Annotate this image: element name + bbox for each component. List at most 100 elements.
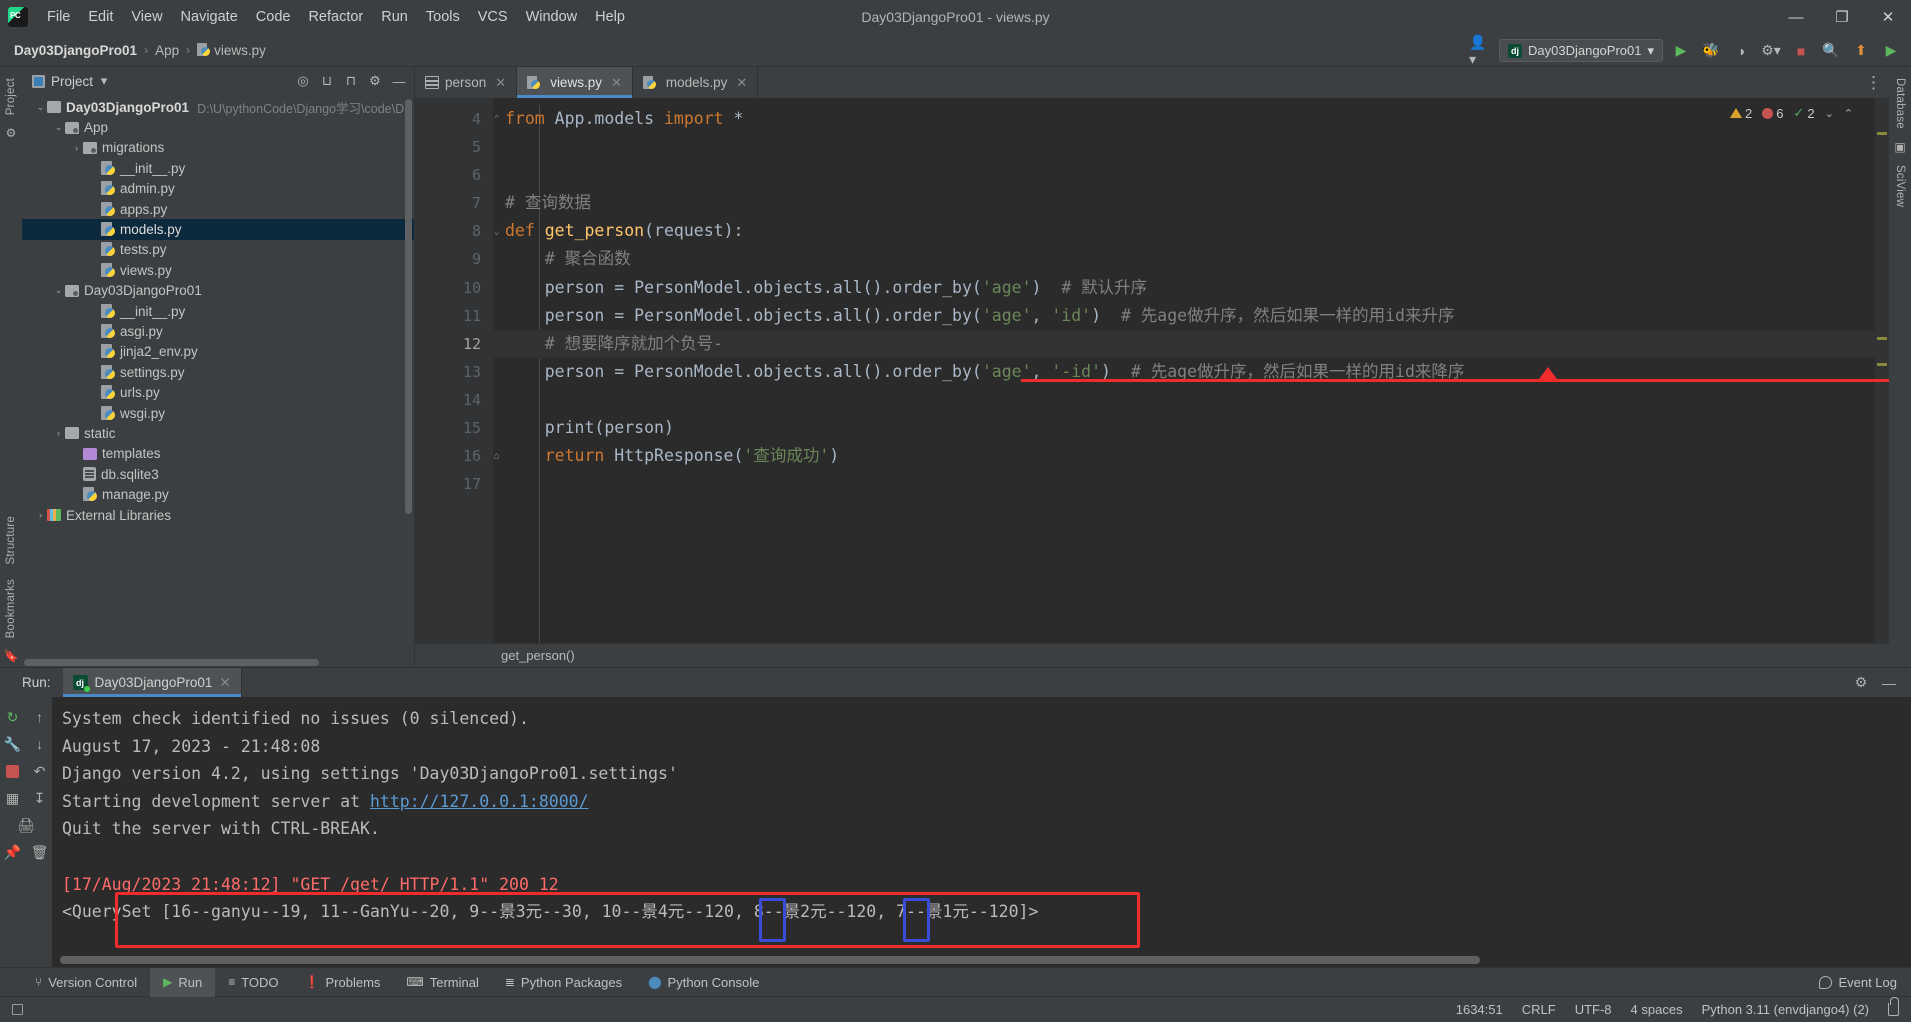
user-icon[interactable]: 👤▾ [1469, 34, 1493, 67]
inspection-mark[interactable] [1877, 337, 1887, 340]
rail-item-bookmarks[interactable]: Bookmarks [5, 572, 17, 645]
tree-item[interactable]: ›models.py [22, 219, 414, 240]
code-line[interactable]: from App.models import * [493, 105, 1889, 133]
code-line[interactable] [493, 161, 1889, 189]
code-line[interactable]: person = PersonModel.objects.all().order… [493, 274, 1889, 302]
tree-item[interactable]: ›wsgi.py [22, 403, 414, 423]
menu-edit[interactable]: Edit [79, 6, 122, 28]
bottom-tab-run[interactable]: ▶ Run [150, 967, 216, 997]
menu-run[interactable]: Run [372, 6, 417, 28]
menu-help[interactable]: Help [586, 6, 634, 28]
layout-icon[interactable]: ▦ [1, 786, 25, 810]
inspection-mark[interactable] [1877, 363, 1887, 366]
chevron-right-icon[interactable]: › [52, 428, 65, 438]
bookmark-icon[interactable]: 🔖 [4, 649, 19, 663]
tree-item[interactable]: ›settings.py [22, 362, 414, 382]
settings-icon[interactable]: ⚙ [364, 70, 386, 92]
menu-navigate[interactable]: Navigate [172, 6, 247, 28]
update-icon[interactable]: ⬆ [1849, 39, 1873, 63]
tree-item[interactable]: ›db.sqlite3 [22, 464, 414, 484]
settings-icon[interactable]: ⚙ [1849, 671, 1873, 695]
menu-code[interactable]: Code [247, 6, 300, 28]
rail-item-database[interactable]: Database [1894, 71, 1906, 136]
editor-tab[interactable]: person ✕ [415, 67, 518, 98]
console-hscrollbar[interactable] [60, 956, 1881, 964]
inspection-sidebar[interactable] [1875, 98, 1889, 643]
scroll-to-end-icon[interactable]: ↧ [28, 786, 52, 810]
code-line[interactable]: # 查询数据 [493, 189, 1889, 217]
tree-item[interactable]: ⌄ Day03DjangoPro01 [22, 281, 414, 301]
warning-count[interactable]: 2 [1729, 106, 1752, 121]
search-icon[interactable]: 🔍 [1819, 39, 1843, 63]
line-number[interactable]: 14 [415, 386, 493, 414]
chevron-down-icon[interactable]: ⌄ [1825, 107, 1834, 120]
project-tree[interactable]: ⌄ Day03DjangoPro01 D:\U\pythonCode\Django学… [22, 95, 414, 658]
menu-view[interactable]: View [122, 6, 171, 28]
project-tree-scrollbar[interactable] [405, 99, 412, 514]
scroll-up-icon[interactable]: ↑ [28, 705, 52, 729]
pin-icon[interactable]: 📌 [1, 840, 25, 864]
tree-item[interactable]: › migrations [22, 138, 414, 158]
print-icon[interactable]: 🖨 [14, 813, 38, 837]
commit-icon[interactable]: ⚙ [6, 126, 17, 140]
line-number[interactable]: 16 ⌂ [415, 442, 500, 470]
scroll-down-icon[interactable]: ↓ [28, 732, 52, 756]
tree-item[interactable]: ›urls.py [22, 382, 414, 402]
tree-item[interactable]: ›tests.py [22, 240, 414, 260]
wrench-icon[interactable]: 🔧 [1, 732, 25, 756]
rail-item-structure[interactable]: Structure [5, 509, 17, 571]
memory-indicator-icon[interactable] [12, 1004, 23, 1015]
code-content[interactable]: 2 6 ✓ 2 ⌄ ⌃ from App.models import * # 查… [493, 98, 1889, 643]
line-number-gutter[interactable]: 4 ⌃ 5 6 7 8 ⌄ 9 10 11 12 13 14 15 16 ⌂ 17 [415, 98, 500, 643]
line-number[interactable]: 9 [415, 245, 493, 273]
tree-item[interactable]: ›asgi.py [22, 321, 414, 341]
close-icon[interactable]: ✕ [611, 75, 622, 91]
hide-panel-icon[interactable]: — [388, 70, 410, 92]
code-line[interactable]: print(person) [493, 414, 1889, 442]
tree-item[interactable]: ⌄ Day03DjangoPro01 D:\U\pythonCode\Django学… [22, 97, 414, 117]
file-encoding[interactable]: UTF-8 [1575, 1002, 1612, 1017]
debug-button[interactable]: 🐝 [1699, 39, 1723, 63]
caret-position[interactable]: 1634:51 [1456, 1002, 1503, 1017]
code-line[interactable]: def get_person(request): [493, 217, 1889, 245]
editor-tab[interactable]: models.py ✕ [633, 67, 759, 98]
breadcrumb-folder[interactable]: App [155, 43, 179, 58]
tree-item[interactable]: ›jinja2_env.py [22, 342, 414, 362]
tree-item[interactable]: ›apps.py [22, 199, 414, 219]
breadcrumb-project[interactable]: Day03DjangoPro01 [14, 43, 137, 58]
inspection-mark[interactable] [1877, 132, 1887, 135]
indent-setting[interactable]: 4 spaces [1631, 1002, 1683, 1017]
bottom-tab-python-console[interactable]: ⬤ Python Console [635, 968, 772, 997]
breadcrumb-file[interactable]: views.py [214, 43, 266, 58]
rail-item-sciview[interactable]: SciView [1894, 158, 1906, 214]
tree-item[interactable]: › static [22, 423, 414, 443]
close-icon[interactable]: ✕ [495, 75, 506, 91]
chevron-down-icon[interactable]: ⌄ [52, 122, 65, 133]
chevron-up-icon[interactable]: ⌃ [1844, 107, 1853, 120]
code-editor[interactable]: 4 ⌃ 5 6 7 8 ⌄ 9 10 11 12 13 14 15 16 ⌂ 17 2 6 [415, 98, 1889, 643]
more-options-icon[interactable]: ⋮ [1865, 74, 1883, 91]
collapse-all-icon[interactable]: ⊓ [340, 70, 362, 92]
line-number[interactable]: 10 [415, 274, 493, 302]
rail-item-project[interactable]: Project [5, 71, 17, 122]
tree-item[interactable]: ›manage.py [22, 484, 414, 504]
run-config-tab[interactable]: dj Day03DjangoPro01 ✕ [62, 668, 241, 697]
console-output[interactable]: System check identified no issues (0 sil… [52, 697, 1911, 967]
soft-wrap-icon[interactable]: ↶ [28, 759, 52, 783]
error-count[interactable]: 6 [1762, 106, 1783, 121]
tree-item[interactable]: ›__init__.py [22, 301, 414, 321]
chevron-right-icon[interactable]: › [70, 143, 83, 153]
stop-button[interactable]: ■ [1789, 39, 1813, 63]
tree-item[interactable]: ›templates [22, 444, 414, 464]
database-icon[interactable]: ▣ [1894, 140, 1905, 154]
menu-file[interactable]: File [38, 6, 79, 28]
ok-count[interactable]: ✓ 2 [1793, 105, 1814, 121]
tree-item[interactable]: ›admin.py [22, 179, 414, 199]
run-button[interactable]: ▶ [1669, 39, 1693, 63]
inspection-status[interactable]: 2 6 ✓ 2 ⌄ ⌃ [1729, 105, 1853, 121]
line-number[interactable]: 5 [415, 133, 493, 161]
close-button[interactable]: ✕ [1865, 0, 1911, 34]
line-number[interactable]: 8 ⌄ [415, 217, 500, 245]
bottom-tab-version-control[interactable]: ⑂ Version Control [22, 968, 150, 997]
more-run-icon[interactable]: ▶ [1879, 39, 1903, 63]
